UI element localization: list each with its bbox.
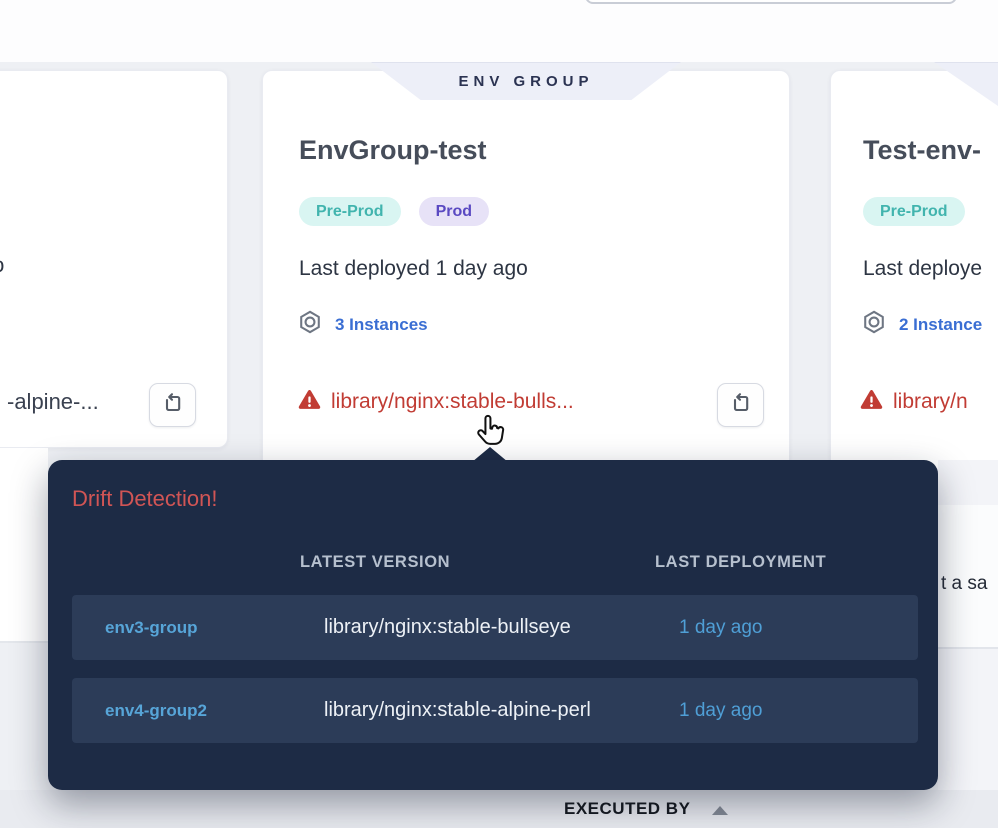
instances-link[interactable]: 3 Instances [297, 309, 428, 340]
badge-prod: Prod [419, 197, 489, 226]
last-deployed-fragment: go [0, 254, 4, 278]
last-deployment-link[interactable]: 1 day ago [679, 617, 918, 639]
instances-label: 2 Instance [899, 315, 982, 335]
instances-hexagon-icon [861, 309, 887, 340]
tooltip-table-header: LATEST VERSION LAST DEPLOYMENT [48, 553, 938, 572]
sort-ascending-icon [712, 806, 728, 815]
version-text: library/nginx:stable-bulls... [331, 390, 574, 414]
drift-detection-title: Drift Detection! [72, 486, 218, 512]
instances-hexagon-icon [297, 309, 323, 340]
last-deployed-text: Last deploye [863, 257, 982, 281]
tooltip-table-row: env3-group library/nginx:stable-bullseye… [72, 595, 918, 660]
copy-icon [161, 391, 185, 420]
env-group-card-right[interactable]: Test-env- Pre-Prod Last deploye 2 Instan… [830, 70, 998, 470]
badge-row: Pre-Prod [863, 197, 965, 226]
top-bar [0, 0, 998, 62]
badge-pre-prod: Pre-Prod [863, 197, 965, 226]
instances-label: 3 Instances [335, 315, 428, 335]
executed-by-column-header[interactable]: EXECUTED BY [564, 799, 728, 819]
partial-text: t a sa [941, 573, 987, 595]
badge-row: Pre-Prod Prod [299, 197, 489, 226]
drift-version-link[interactable]: library/n [859, 387, 968, 417]
copy-icon [729, 391, 753, 420]
env-group-link[interactable]: env3-group [72, 618, 324, 638]
last-deployment-link[interactable]: 1 day ago [679, 700, 918, 722]
search-input[interactable] [585, 0, 957, 4]
row-divider [0, 641, 48, 643]
warning-triangle-icon [297, 387, 322, 417]
version-text[interactable]: -alpine-... [7, 389, 99, 415]
instances-link[interactable]: 2 Instance [861, 309, 982, 340]
latest-version-value: library/nginx:stable-bullseye [324, 616, 679, 639]
column-last-deployment: LAST DEPLOYMENT [655, 553, 938, 572]
env-group-banner-label: ENV GROUP [458, 73, 593, 90]
last-deployed-text: Last deployed 1 day ago [299, 257, 528, 281]
table-header-band [0, 790, 998, 828]
env-group-card-left[interactable]: go -alpine-... [0, 70, 228, 448]
env-group-link[interactable]: env4-group2 [72, 701, 324, 721]
version-text: library/n [893, 390, 968, 414]
column-latest-version: LATEST VERSION [300, 553, 655, 572]
tooltip-table-row: env4-group2 library/nginx:stable-alpine-… [72, 678, 918, 743]
drift-version-link[interactable]: library/nginx:stable-bulls... [297, 387, 574, 417]
env-group-title: Test-env- [863, 135, 981, 166]
badge-pre-prod: Pre-Prod [299, 197, 401, 226]
env-group-title: EnvGroup-test [299, 135, 487, 166]
page-background-left [0, 448, 48, 642]
env-group-card-main[interactable]: EnvGroup-test Pre-Prod Prod Last deploye… [262, 70, 790, 470]
redeploy-copy-button[interactable] [149, 383, 196, 427]
redeploy-copy-button[interactable] [717, 383, 764, 427]
latest-version-value: library/nginx:stable-alpine-perl [324, 699, 679, 722]
executed-by-label: EXECUTED BY [564, 799, 690, 819]
env-group-banner: ENV GROUP [371, 62, 681, 100]
drift-detection-tooltip: Drift Detection! LATEST VERSION LAST DEP… [48, 460, 938, 790]
warning-triangle-icon [859, 387, 884, 417]
